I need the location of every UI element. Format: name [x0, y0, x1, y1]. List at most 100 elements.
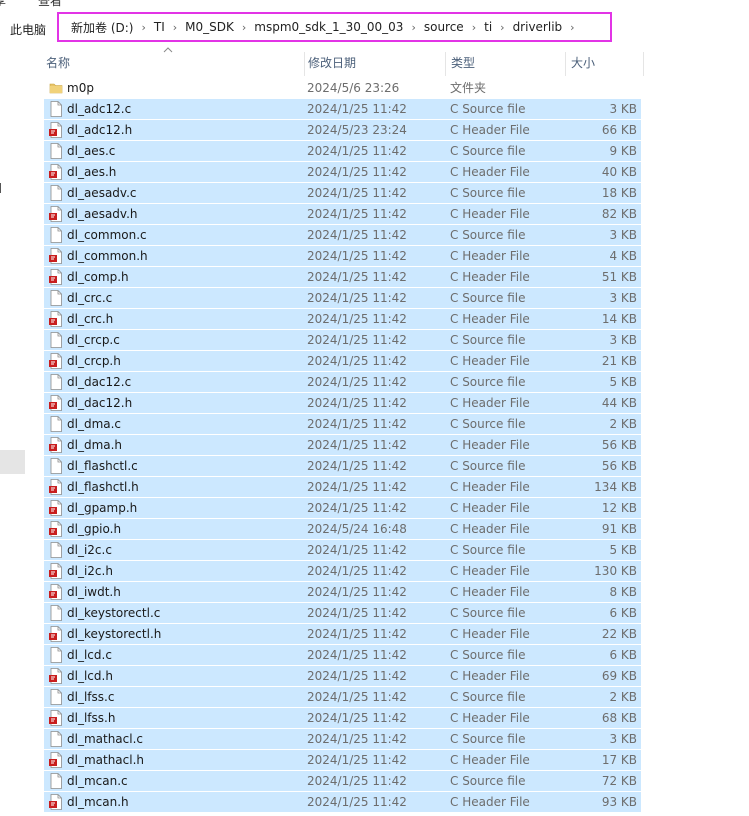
- file-row[interactable]: dl_mathacl.h 2024/1/25 11:42 C Header File…: [44, 750, 641, 770]
- file-size: 21 KB: [601, 354, 637, 368]
- breadcrumb-item[interactable]: M0_SDK: [181, 20, 238, 34]
- file-row[interactable]: dl_common.h 2024/1/25 11:42 C Header File 4…: [44, 246, 641, 266]
- column-header-size[interactable]: 大小: [565, 52, 644, 76]
- file-size: 66 KB: [601, 123, 637, 137]
- file-size: 72 KB: [601, 774, 637, 788]
- file-date: 2024/1/25 11:42: [307, 564, 407, 578]
- c-header-file-icon: [49, 479, 63, 495]
- file-type: C Source file: [450, 732, 526, 746]
- file-row[interactable]: dl_crcp.h 2024/1/25 11:42 C Header File 21 …: [44, 351, 641, 371]
- file-name: dl_flashctl.h: [67, 480, 139, 494]
- file-row[interactable]: dl_crc.h 2024/1/25 11:42 C Header File 14 K…: [44, 309, 641, 329]
- chevron-right-icon[interactable]: ›: [238, 21, 250, 34]
- c-header-file-icon: [49, 563, 63, 579]
- file-row[interactable]: dl_lcd.h 2024/1/25 11:42 C Header File 69 K…: [44, 666, 641, 686]
- c-source-file-icon: [49, 773, 63, 789]
- file-type: C Header File: [450, 522, 530, 536]
- file-row[interactable]: dl_gpamp.h 2024/1/25 11:42 C Header File 12…: [44, 498, 641, 518]
- file-date: 2024/1/25 11:42: [307, 711, 407, 725]
- file-date: 2024/1/25 11:42: [307, 669, 407, 683]
- file-date: 2024/1/25 11:42: [307, 627, 407, 641]
- file-row[interactable]: dl_lfss.c 2024/1/25 11:42 C Source file 2 K…: [44, 687, 641, 707]
- file-name: dl_common.h: [67, 249, 148, 263]
- file-row[interactable]: dl_mathacl.c 2024/1/25 11:42 C Source file…: [44, 729, 641, 749]
- breadcrumb-item[interactable]: mspm0_sdk_1_30_00_03: [250, 20, 407, 34]
- file-row[interactable]: dl_lcd.c 2024/1/25 11:42 C Source file 6 KB: [44, 645, 641, 665]
- file-size: 8 KB: [609, 585, 637, 599]
- file-row[interactable]: dl_i2c.h 2024/1/25 11:42 C Header File 130 …: [44, 561, 641, 581]
- file-row[interactable]: dl_dac12.c 2024/1/25 11:42 C Source file 5 …: [44, 372, 641, 392]
- file-row[interactable]: dl_mcan.c 2024/1/25 11:42 C Source file 72 …: [44, 771, 641, 791]
- file-name: dl_dac12.c: [67, 375, 132, 389]
- chevron-right-icon[interactable]: ›: [169, 21, 181, 34]
- chevron-right-icon[interactable]: ›: [468, 21, 480, 34]
- file-date: 2024/1/25 11:42: [307, 690, 407, 704]
- file-row[interactable]: dl_aesadv.h 2024/1/25 11:42 C Header File 8…: [44, 204, 641, 224]
- file-type: C Header File: [450, 585, 530, 599]
- file-row[interactable]: dl_keystorectl.h 2024/1/25 11:42 C Header …: [44, 624, 641, 644]
- file-name: dl_lfss.h: [67, 711, 116, 725]
- file-size: 56 KB: [601, 438, 637, 452]
- breadcrumb-item[interactable]: source: [420, 20, 468, 34]
- file-row[interactable]: dl_dma.h 2024/1/25 11:42 C Header File 56 K…: [44, 435, 641, 455]
- breadcrumb-item[interactable]: 新加卷 (D:): [59, 19, 137, 36]
- file-date: 2024/1/25 11:42: [307, 207, 407, 221]
- file-name: dl_mcan.h: [67, 795, 129, 809]
- column-header-date[interactable]: 修改日期: [304, 52, 446, 76]
- column-header-type[interactable]: 类型: [445, 52, 565, 76]
- folder-row[interactable]: m0p 2024/5/6 23:26 文件夹: [44, 78, 641, 98]
- file-row[interactable]: dl_dac12.h 2024/1/25 11:42 C Header File 44…: [44, 393, 641, 413]
- file-type: C Source file: [450, 774, 526, 788]
- file-row[interactable]: dl_adc12.h 2024/5/23 23:24 C Header File 66…: [44, 120, 641, 140]
- file-row[interactable]: dl_dma.c 2024/1/25 11:42 C Source file 2 KB: [44, 414, 641, 434]
- navigation-pane[interactable]: [0, 48, 26, 803]
- file-date: 2024/1/25 11:42: [307, 543, 407, 557]
- file-row[interactable]: dl_mcan.h 2024/1/25 11:42 C Header File 93 …: [44, 792, 641, 812]
- file-row[interactable]: dl_flashctl.h 2024/1/25 11:42 C Header Fil…: [44, 477, 641, 497]
- file-row[interactable]: dl_iwdt.h 2024/1/25 11:42 C Header File 8 K…: [44, 582, 641, 602]
- column-header-name[interactable]: 名称: [44, 52, 300, 76]
- file-row[interactable]: dl_aes.c 2024/1/25 11:42 C Source file 9 KB: [44, 141, 641, 161]
- file-type: C Source file: [450, 333, 526, 347]
- file-name: dl_lcd.h: [67, 669, 113, 683]
- chevron-right-icon[interactable]: ›: [137, 21, 149, 34]
- file-size: 130 KB: [594, 564, 637, 578]
- file-row[interactable]: dl_aes.h 2024/1/25 11:42 C Header File 40 K…: [44, 162, 641, 182]
- file-date: 2024/1/25 11:42: [307, 459, 407, 473]
- file-row[interactable]: dl_aesadv.c 2024/1/25 11:42 C Source file 1…: [44, 183, 641, 203]
- file-type: C Source file: [450, 459, 526, 473]
- file-row[interactable]: dl_lfss.h 2024/1/25 11:42 C Header File 68 …: [44, 708, 641, 728]
- file-size: 68 KB: [601, 711, 637, 725]
- c-header-file-icon: [49, 668, 63, 684]
- c-header-file-icon: [49, 500, 63, 516]
- file-row[interactable]: dl_i2c.c 2024/1/25 11:42 C Source file 5 KB: [44, 540, 641, 560]
- breadcrumb-item[interactable]: TI: [150, 20, 169, 34]
- address-bar[interactable]: 新加卷 (D:) › TI › M0_SDK › mspm0_sdk_1_30_00_03 ›…: [57, 12, 612, 42]
- chevron-right-icon[interactable]: ›: [496, 21, 508, 34]
- breadcrumb-item[interactable]: ti: [480, 20, 496, 34]
- this-pc-label[interactable]: 此电脑: [10, 21, 46, 38]
- file-row[interactable]: dl_comp.h 2024/1/25 11:42 C Header File 51 …: [44, 267, 641, 287]
- file-size: 14 KB: [601, 312, 637, 326]
- file-row[interactable]: dl_keystorectl.c 2024/1/25 11:42 C Source …: [44, 603, 641, 623]
- file-row[interactable]: dl_common.c 2024/1/25 11:42 C Source file 3…: [44, 225, 641, 245]
- file-row[interactable]: dl_crc.c 2024/1/25 11:42 C Source file 3 KB: [44, 288, 641, 308]
- file-row[interactable]: dl_flashctl.c 2024/1/25 11:42 C Source fil…: [44, 456, 641, 476]
- file-name: dl_lcd.c: [67, 648, 112, 662]
- chevron-right-icon[interactable]: ›: [407, 21, 419, 34]
- breadcrumb-item[interactable]: driverlib: [509, 20, 567, 34]
- file-row[interactable]: dl_adc12.c 2024/1/25 11:42 C Source file 3 …: [44, 99, 641, 119]
- file-row[interactable]: dl_crcp.c 2024/1/25 11:42 C Source file 3 K…: [44, 330, 641, 350]
- chevron-right-icon[interactable]: ›: [566, 21, 578, 34]
- file-name: dl_keystorectl.c: [67, 606, 161, 620]
- file-row[interactable]: dl_gpio.h 2024/5/24 16:48 C Header File 91 …: [44, 519, 641, 539]
- c-source-file-icon: [49, 542, 63, 558]
- menu-share-fragment[interactable]: 享: [0, 0, 6, 8]
- file-size: 4 KB: [609, 249, 637, 263]
- nav-item-fragment[interactable]: [0, 183, 4, 193]
- file-type: C Header File: [450, 795, 530, 809]
- file-name: dl_dma.h: [67, 438, 123, 452]
- file-size: 44 KB: [601, 396, 637, 410]
- nav-item-selected[interactable]: [0, 450, 25, 474]
- menu-view[interactable]: 查看: [38, 0, 62, 8]
